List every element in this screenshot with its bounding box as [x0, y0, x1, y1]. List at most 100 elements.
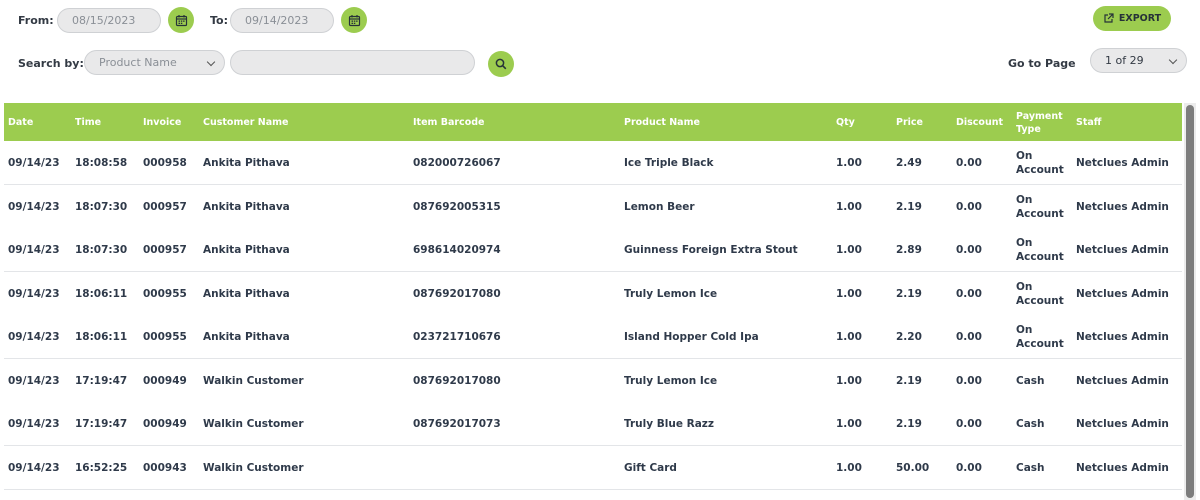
page-select[interactable]: 1 of 29 [1090, 48, 1187, 73]
to-calendar-button[interactable] [341, 7, 367, 33]
cell-staff: Netclues Admin [1076, 287, 1169, 300]
search-by-select[interactable]: Product Name [84, 50, 225, 75]
header-price: Price [896, 117, 923, 128]
scrollbar-thumb[interactable] [1186, 105, 1194, 498]
export-button[interactable]: EXPORT [1093, 6, 1171, 31]
cell-product-name: Truly Blue Razz [624, 418, 715, 430]
from-label: From: [18, 14, 54, 27]
cell-product-name: Truly Lemon Ice [624, 374, 718, 387]
header-payment-type: Payment Type [1016, 111, 1063, 135]
cell-date: 09/14/23 [8, 374, 60, 387]
cell-time: 18:07:30 [75, 244, 128, 256]
cell-date: 09/14/23 [8, 331, 60, 343]
cell-time: 18:06:11 [75, 287, 128, 300]
table-row[interactable]: 09/14/23 17:19:47 000949 Walkin Customer 087… [4, 358, 1182, 403]
cell-date: 09/14/23 [8, 157, 60, 169]
cell-staff: Netclues Admin [1076, 244, 1169, 256]
from-calendar-button[interactable] [168, 7, 194, 33]
cell-staff: Netclues Admin [1076, 200, 1169, 213]
chevron-down-icon [206, 57, 216, 67]
cell-price: 2.20 [896, 331, 922, 343]
cell-customer-name: Ankita Pithava [203, 200, 290, 213]
cell-staff: Netclues Admin [1076, 157, 1169, 169]
header-time: Time [75, 117, 102, 128]
table-scrollbar[interactable] [1184, 103, 1196, 500]
table-row[interactable]: 09/14/23 18:08:58 000958 Ankita Pithava 0820… [4, 141, 1182, 185]
cell-product-name: Lemon Beer [624, 200, 695, 213]
header-invoice: Invoice [143, 117, 182, 128]
table-row[interactable]: 09/14/23 18:07:30 000957 Ankita Pithava 0876… [4, 184, 1182, 229]
cell-customer-name: Walkin Customer [203, 418, 304, 430]
cell-payment-type: On Account [1016, 280, 1064, 307]
page-selected: 1 of 29 [1105, 54, 1144, 67]
from-date-input[interactable]: 08/15/2023 [57, 8, 161, 33]
export-label: EXPORT [1118, 13, 1162, 24]
cell-invoice: 000949 [143, 374, 187, 387]
cell-price: 2.49 [896, 157, 922, 169]
search-input[interactable] [230, 50, 475, 75]
cell-customer-name: Ankita Pithava [203, 331, 290, 343]
cell-date: 09/14/23 [8, 200, 60, 213]
search-by-label: Search by: [18, 57, 84, 70]
cell-date: 09/14/23 [8, 418, 60, 430]
cell-qty: 1.00 [836, 157, 862, 169]
to-date-input[interactable]: 09/14/2023 [230, 8, 334, 33]
cell-product-name: Island Hopper Cold Ipa [624, 331, 759, 343]
cell-discount: 0.00 [956, 244, 982, 256]
table-row[interactable]: 09/14/23 16:52:25 000943 Walkin Customer Gif… [4, 445, 1182, 490]
cell-discount: 0.00 [956, 418, 982, 430]
cell-qty: 1.00 [836, 461, 862, 474]
cell-qty: 1.00 [836, 287, 862, 300]
header-product-name: Product Name [624, 117, 700, 128]
cell-customer-name: Walkin Customer [203, 374, 304, 387]
cell-time: 18:08:58 [75, 157, 128, 169]
search-button[interactable] [488, 51, 514, 77]
calendar-icon [175, 14, 187, 26]
cell-qty: 1.00 [836, 418, 862, 430]
cell-invoice: 000943 [143, 461, 187, 474]
cell-time: 17:19:47 [75, 418, 128, 430]
cell-invoice: 000957 [143, 200, 187, 213]
cell-qty: 1.00 [836, 331, 862, 343]
cell-product-name: Ice Triple Black [624, 157, 714, 169]
cell-discount: 0.00 [956, 331, 982, 343]
cell-discount: 0.00 [956, 374, 982, 387]
cell-payment-type: Cash [1016, 374, 1045, 387]
cell-item-barcode: 087692005315 [413, 200, 501, 213]
cell-date: 09/14/23 [8, 244, 60, 256]
cell-qty: 1.00 [836, 244, 862, 256]
cell-product-name: Gift Card [624, 461, 677, 474]
cell-staff: Netclues Admin [1076, 374, 1169, 387]
cell-product-name: Truly Lemon Ice [624, 287, 718, 300]
to-label: To: [210, 14, 228, 27]
cell-time: 18:07:30 [75, 200, 128, 213]
header-qty: Qty [836, 117, 855, 128]
cell-price: 2.89 [896, 244, 922, 256]
cell-discount: 0.00 [956, 157, 982, 169]
header-item-barcode: Item Barcode [413, 117, 485, 128]
cell-customer-name: Ankita Pithava [203, 287, 290, 300]
cell-price: 50.00 [896, 461, 930, 474]
table-row[interactable]: 09/14/23 17:19:47 000949 Walkin Customer 087… [4, 402, 1182, 446]
table-row[interactable]: 09/14/23 18:06:11 000955 Ankita Pithava 0237… [4, 315, 1182, 359]
cell-payment-type: On Account [1016, 193, 1064, 220]
cell-discount: 0.00 [956, 200, 982, 213]
cell-payment-type: On Account [1016, 150, 1064, 176]
cell-time: 18:06:11 [75, 331, 128, 343]
cell-payment-type: On Account [1016, 324, 1064, 350]
cell-staff: Netclues Admin [1076, 461, 1169, 474]
cell-date: 09/14/23 [8, 287, 60, 300]
cell-invoice: 000955 [143, 287, 187, 300]
table-row[interactable]: 09/14/23 18:07:30 000957 Ankita Pithava 6986… [4, 228, 1182, 272]
cell-item-barcode: 087692017080 [413, 374, 501, 387]
search-by-selected: Product Name [99, 56, 177, 69]
transactions-table: Date Time Invoice Customer Name Item Bar… [4, 103, 1182, 500]
search-icon [495, 58, 507, 70]
table-row[interactable]: 09/14/23 18:06:11 000955 Ankita Pithava 0876… [4, 271, 1182, 316]
cell-staff: Netclues Admin [1076, 331, 1169, 343]
external-link-icon [1104, 13, 1114, 23]
go-to-page-label: Go to Page [1008, 57, 1076, 70]
cell-invoice: 000958 [143, 157, 187, 169]
table-header: Date Time Invoice Customer Name Item Bar… [4, 103, 1182, 141]
cell-discount: 0.00 [956, 287, 982, 300]
